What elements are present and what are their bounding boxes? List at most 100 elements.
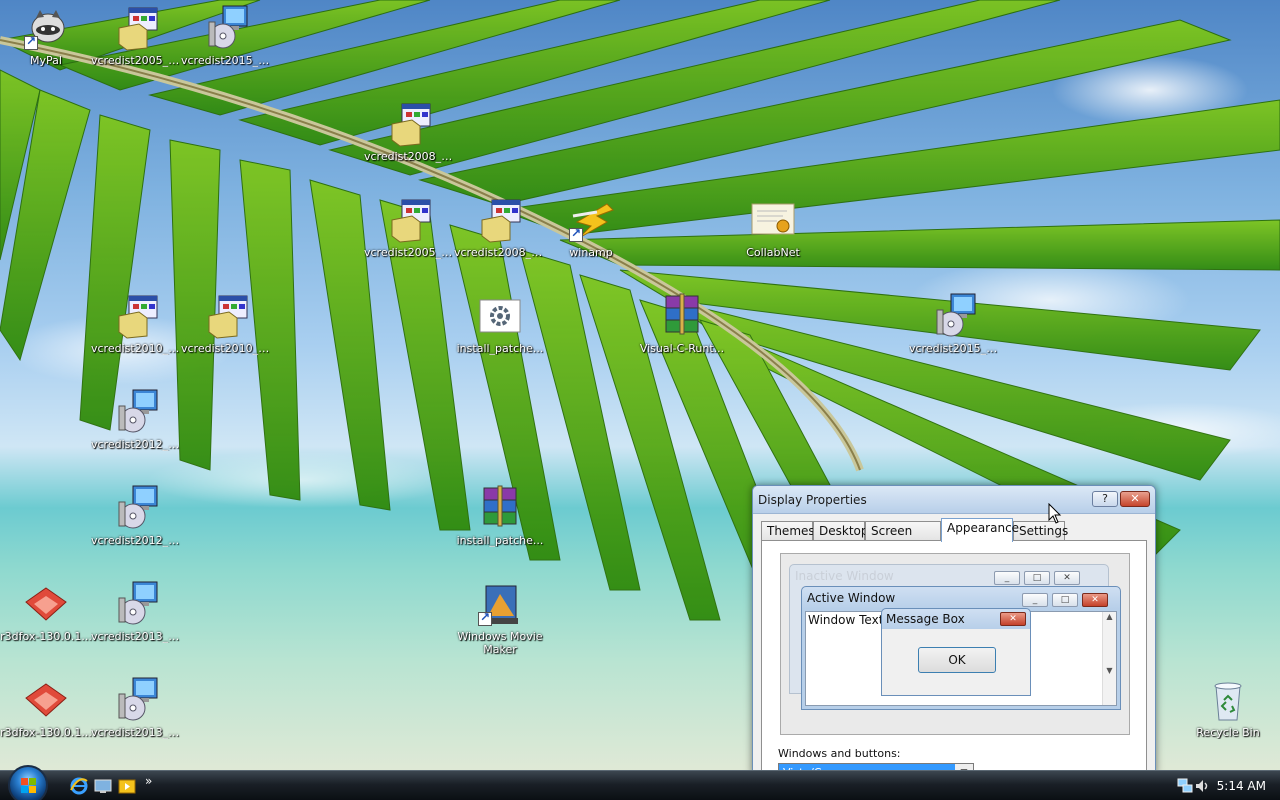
installer-package-icon [386, 196, 434, 244]
quick-launch-more-button[interactable]: » [145, 774, 152, 788]
desktop-icon-label: vcredist2012_x86 [91, 534, 183, 547]
appearance-preview: Inactive Window _ □ ✕ Active Window _ □ ✕ Wi… [780, 553, 1130, 735]
raccoon-browser-icon [22, 4, 70, 52]
desktop-icon-label: vcredist2012_x64 [91, 438, 183, 451]
mouse-cursor-icon [1048, 503, 1062, 524]
desktop-icon-winamp[interactable]: winamp [545, 196, 637, 259]
volume-icon[interactable] [1194, 777, 1212, 795]
desktop-icon-mypal[interactable]: MyPal [0, 4, 92, 67]
desktop-icon-vcredist2005-x86[interactable]: vcredist2005_x86 [364, 196, 456, 259]
setup-computer-cd-icon [931, 292, 979, 340]
installer-package-icon [113, 4, 161, 52]
desktop-icon-label: winamp [569, 246, 613, 259]
installer-package-icon [386, 100, 434, 148]
desktop-icon-label: r3dfox-130.0.1... [0, 726, 92, 739]
setup-computer-cd-icon [113, 388, 161, 436]
desktop-icon-label: r3dfox-130.0.1... [0, 630, 92, 643]
shortcut-arrow-icon [24, 34, 38, 50]
desktop-icon-vcredist2012-x86[interactable]: vcredist2012_x86 [91, 484, 183, 547]
inactive-window-title: Inactive Window [795, 569, 894, 583]
desktop-icon-label: vcredist2005_x64 [91, 54, 183, 67]
dialog-title: Display Properties [758, 493, 867, 507]
windows-explorer-icon[interactable] [118, 777, 136, 795]
appearance-panel: Inactive Window _ □ ✕ Active Window _ □ ✕ Wi… [761, 540, 1147, 774]
winrar-archive-icon [476, 484, 524, 532]
shortcut-arrow-icon [569, 226, 583, 242]
desktop-icon-vcredist2013-x64[interactable]: vcredist2013_x64 [91, 580, 183, 643]
desktop-icon-label: vcredist2010_x86 [91, 342, 183, 355]
desktop-icon-label: vcredist2005_x86 [364, 246, 456, 259]
close-icon: ✕ [1000, 612, 1026, 626]
active-window-controls: _ □ ✕ [1018, 592, 1108, 607]
desktop-icon-label: vcredist2013_x86 [91, 726, 183, 739]
desktop-icon-label: vcredist2008_x64 [364, 150, 456, 163]
shortcut-arrow-icon [478, 610, 492, 626]
close-button[interactable]: ✕ [1120, 491, 1150, 507]
start-button[interactable] [8, 765, 48, 800]
windows-buttons-label: Windows and buttons: [778, 747, 901, 760]
r3dfox-icon [22, 676, 70, 724]
preview-scrollbar: ▲ ▼ [1102, 612, 1116, 705]
desktop-icon-label: vcredist2015_2... [909, 342, 1001, 355]
maximize-icon: □ [1052, 593, 1078, 607]
desktop-icon-label: vcredist2015_2... [181, 54, 273, 67]
desktop-icon-vcredist2005-x64[interactable]: vcredist2005_x64 [91, 4, 183, 67]
tab-screen-saver[interactable]: Screen Saver [865, 521, 941, 556]
installer-package-icon [203, 292, 251, 340]
setup-computer-cd-icon [203, 4, 251, 52]
desktop-icon-vcredist2015-b[interactable]: vcredist2015_2... [909, 292, 1001, 355]
help-button[interactable]: ? [1092, 491, 1118, 507]
windows-logo-icon [21, 778, 36, 793]
desktop-icon-vcredist2013-x86[interactable]: vcredist2013_x86 [91, 676, 183, 739]
desktop-icon-label: Windows Movie Maker [457, 630, 543, 656]
inactive-window-controls: _ □ ✕ [990, 570, 1080, 585]
active-window-title: Active Window [807, 591, 896, 605]
desktop-icon-vcredist2008-x64[interactable]: vcredist2008_x64 [364, 100, 456, 163]
show-desktop-icon[interactable] [94, 777, 112, 795]
r3dfox-icon [22, 580, 70, 628]
movie-maker-icon [476, 580, 524, 628]
taskbar: » 5:14 AM [0, 765, 1280, 800]
desktop-icon-label: vcredist2013_x64 [91, 630, 183, 643]
setup-computer-cd-icon [113, 484, 161, 532]
desktop-icon-r3dfox-1[interactable]: r3dfox-130.0.1... [0, 580, 92, 643]
desktop-icon-vcredist2010-x64[interactable]: vcredist2010_x64 [181, 292, 273, 355]
desktop-icon-vcredist2015-a[interactable]: vcredist2015_2... [181, 4, 273, 67]
gear-script-icon [476, 292, 524, 340]
desktop-icon-label: Visual-C-Runt... [639, 342, 725, 355]
message-box-title: Message Box [886, 612, 965, 626]
desktop-icon-windows-movie-maker[interactable]: Windows Movie Maker [454, 580, 546, 656]
setup-computer-cd-icon [113, 676, 161, 724]
desktop-icon-visual-c-runtime[interactable]: Visual-C-Runt... [636, 292, 728, 355]
tab-desktop[interactable]: Desktop [813, 521, 869, 541]
display-properties-dialog[interactable]: Display Properties ? ✕ Themes Desktop Sc… [752, 485, 1156, 775]
desktop-icon-label: MyPal [30, 54, 62, 67]
tab-themes[interactable]: Themes [761, 521, 815, 541]
taskbar-clock[interactable]: 5:14 AM [1217, 779, 1266, 793]
desktop-icon-recycle-bin[interactable]: Recycle Bin [1182, 676, 1274, 739]
preview-ok-button: OK [918, 647, 996, 673]
desktop-icon-label: Recycle Bin [1196, 726, 1260, 739]
desktop-icon-vcredist2012-x64[interactable]: vcredist2012_x64 [91, 388, 183, 451]
dialog-title-bar[interactable]: Display Properties ? ✕ [753, 486, 1155, 514]
desktop-icon-install-patches-1[interactable]: install_patche... [454, 292, 546, 355]
desktop-icon-label: vcredist2010_x64 [181, 342, 273, 355]
system-tray: 5:14 AM [1170, 771, 1280, 800]
desktop-icon-vcredist2010-x86[interactable]: vcredist2010_x86 [91, 292, 183, 355]
window-text: Window Text [808, 613, 884, 627]
preview-message-box: Message Box ✕ OK [881, 608, 1031, 696]
maximize-icon: □ [1024, 571, 1050, 585]
desktop-icon-collabnet[interactable]: CollabNet [727, 196, 819, 259]
recycle-bin-icon [1204, 676, 1252, 724]
internet-explorer-icon[interactable] [70, 777, 88, 795]
desktop-icon-r3dfox-2[interactable]: r3dfox-130.0.1... [0, 676, 92, 739]
desktop-icon-install-patches-2[interactable]: install_patche... [454, 484, 546, 547]
network-icon[interactable] [1176, 777, 1194, 795]
tab-appearance[interactable]: Appearance [941, 518, 1019, 542]
installer-package-icon [113, 292, 161, 340]
minimize-icon: _ [1022, 593, 1048, 607]
desktop-icon-vcredist2008-x86[interactable]: vcredist2008_x86 [454, 196, 546, 259]
desktop-icon-label: install_patche... [456, 342, 544, 355]
desktop-icon-label: install_patche... [456, 534, 544, 547]
installer-package-icon [476, 196, 524, 244]
